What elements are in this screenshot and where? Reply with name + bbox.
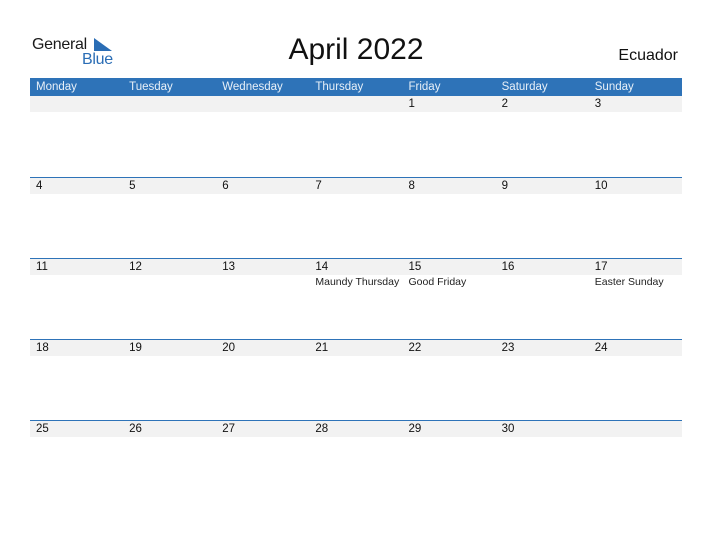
week-row: 4 5 6 7 8 9 10 [30,177,682,258]
page-title: April 2022 [288,33,424,66]
day-number: 18 [36,342,49,354]
day-number: 26 [129,423,142,435]
day-number: 29 [408,423,422,435]
week-row: 25 26 27 28 29 30 [30,420,682,501]
day-number: 28 [315,423,329,435]
day-number: 21 [315,342,329,354]
day-number: 24 [594,342,608,354]
week-row: 1 2 3 [30,96,682,177]
day-number [589,421,682,437]
day-number: 17 [594,261,608,273]
week-row: 18 19 20 21 22 23 24 [30,339,682,420]
day-number: 12 [129,261,142,273]
day-number: 10 [594,180,608,192]
day-number [123,96,216,112]
day-number: 1 [408,98,415,110]
holiday-label [496,275,589,289]
holiday-label: Maundy Thursday [315,276,400,288]
events-area: Maundy Thursday Good Friday Easter Sunday [30,275,682,289]
day-number: 16 [501,261,515,273]
holiday-label [30,275,123,289]
date-strip: 18 19 20 21 22 23 24 [30,340,682,356]
day-number: 19 [129,342,142,354]
day-number [309,96,402,112]
day-number: 9 [501,180,509,192]
weekday-tuesday: Tuesday [129,81,173,93]
day-number [216,96,309,112]
day-number: 27 [222,423,236,435]
holiday-label [123,275,216,289]
day-number: 15 [408,261,422,273]
day-number: 3 [594,98,602,110]
day-number: 14 [315,261,329,273]
day-number: 23 [501,342,515,354]
date-strip: 11 12 13 14 15 16 17 [30,259,682,275]
holiday-label [216,275,309,289]
weekday-wednesday: Wednesday [222,81,283,93]
day-number: 4 [36,180,43,192]
weekday-monday: Monday [36,81,77,93]
date-strip: 4 5 6 7 8 9 10 [30,178,682,194]
day-number: 11 [36,261,48,273]
weekday-thursday: Thursday [315,81,364,93]
weekday-friday: Friday [408,81,441,93]
day-number: 2 [501,98,509,110]
day-number: 25 [36,423,49,435]
weekday-sunday: Sunday [594,81,634,93]
weekday-header: Monday Tuesday Wednesday Thursday Friday… [30,78,682,96]
day-number: 5 [129,180,136,192]
day-number: 8 [408,180,415,192]
day-number: 22 [408,342,422,354]
day-number: 13 [222,261,236,273]
day-number: 30 [501,423,515,435]
country-label: Ecuador [618,47,678,64]
holiday-label: Easter Sunday [594,276,664,288]
day-number: 6 [222,180,229,192]
week-row: 11 12 13 14 15 16 17 Maundy Thursday Good Friday… [30,258,682,339]
day-number [30,96,123,112]
date-strip: 1 2 3 [30,96,682,112]
date-strip: 25 26 27 28 29 30 [30,421,682,437]
calendar-grid: Monday Tuesday Wednesday Thursday Friday… [30,78,682,501]
weeks-container: 1 2 3 4 5 6 7 8 9 10 11 12 13 14 15 16 17 Maundy Thursday… [30,96,682,501]
weekday-saturday: Saturday [501,81,548,93]
day-number: 7 [315,180,322,192]
day-number: 20 [222,342,236,354]
holiday-label: Good Friday [408,276,467,288]
